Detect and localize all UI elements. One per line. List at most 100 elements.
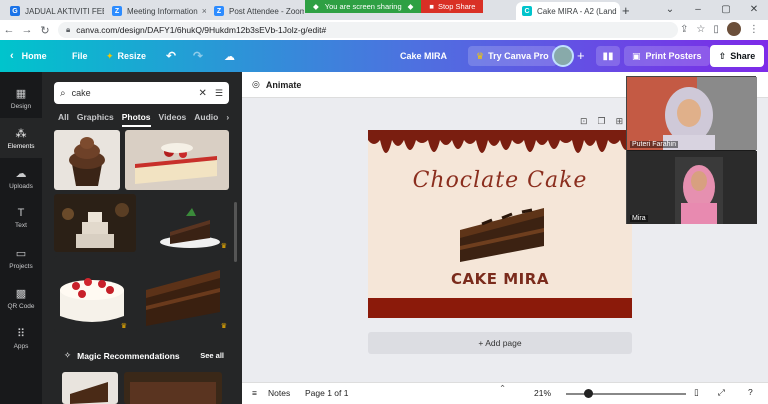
avatar[interactable]: [552, 45, 574, 67]
duplicate-icon[interactable]: ❐: [598, 116, 606, 127]
photo-cupcake[interactable]: [54, 130, 120, 190]
tab-title: JADUAL AKTIVITI FEB: [25, 6, 104, 16]
close-icon[interactable]: ×: [198, 6, 206, 16]
panel-scrollbar[interactable]: [234, 202, 237, 262]
home-button[interactable]: ‹ Home: [10, 40, 47, 72]
cloud-upload-icon: ☁: [15, 167, 27, 180]
photo-tiered-cake[interactable]: [54, 194, 136, 252]
rail-item-elements[interactable]: ⁂ Elements: [0, 118, 42, 158]
browser-tab-canva[interactable]: C Cake MIRA - A2 (Land ×: [516, 2, 620, 20]
stop-share-button[interactable]: ■ Stop Share: [421, 0, 484, 13]
profile-avatar[interactable]: [726, 22, 741, 36]
qr-code-icon: ▩: [15, 287, 27, 300]
cupcake-image: [69, 137, 105, 186]
chevron-right-icon[interactable]: ›: [226, 112, 229, 127]
tab-graphics[interactable]: Graphics: [77, 112, 114, 127]
undo-icon[interactable]: ↶: [166, 40, 176, 72]
tab-all[interactable]: All: [58, 112, 69, 127]
footer-band[interactable]: [368, 298, 632, 318]
search-icon: ⌕: [60, 87, 66, 99]
animate-button[interactable]: Animate: [266, 80, 302, 90]
rail-item-qr-code[interactable]: ▩ QR Code: [0, 278, 42, 318]
video-tile-mira[interactable]: Mira: [627, 151, 757, 224]
minimize-icon[interactable]: –: [684, 0, 712, 20]
back-icon[interactable]: ←: [0, 24, 18, 36]
rail-item-projects[interactable]: ▭ Projects: [0, 238, 42, 278]
chevron-down-icon[interactable]: ⌄: [656, 0, 684, 20]
recommended-photo-2[interactable]: [124, 372, 222, 404]
crown-icon: ♛: [220, 323, 227, 330]
rail-item-apps[interactable]: ⠿ Apps: [0, 318, 42, 358]
canva-icon: C: [522, 6, 532, 16]
menu-icon[interactable]: ⋮: [749, 24, 759, 35]
design-subtitle[interactable]: CAKE MIRA: [368, 270, 632, 288]
maximize-icon[interactable]: ▢: [712, 0, 740, 20]
url-field[interactable]: 🔒︎ canva.com/design/DAFY1/6hukQ/9Hukdm12…: [58, 22, 678, 38]
rail-item-text[interactable]: T Text: [0, 198, 42, 238]
design-canvas[interactable]: Choclate Cake CAKE MIRA: [368, 130, 632, 318]
redo-icon[interactable]: ↷: [193, 40, 203, 72]
recommended-photo-1[interactable]: [62, 372, 118, 404]
search-input[interactable]: ⌕ cake ✕ ☰: [54, 82, 229, 104]
close-icon[interactable]: ×: [617, 6, 620, 16]
reload-icon[interactable]: ↻: [36, 24, 54, 37]
design-title[interactable]: Choclate Cake: [368, 168, 632, 193]
photo-cheesecake[interactable]: [125, 130, 229, 190]
help-icon[interactable]: ?: [748, 387, 753, 397]
add-page-button[interactable]: + Add page: [368, 332, 632, 354]
try-canva-pro-button[interactable]: ♛ Try Canva Pro: [468, 46, 557, 66]
insights-button[interactable]: ▮▮: [596, 46, 620, 66]
close-icon[interactable]: ✕: [199, 88, 207, 99]
see-all-link[interactable]: See all: [200, 351, 224, 360]
share-button[interactable]: ⇧ Share: [710, 45, 764, 67]
page-grid-icon[interactable]: ▯: [694, 387, 699, 398]
tab-photos[interactable]: Photos: [121, 112, 151, 127]
project-title[interactable]: Cake MIRA: [400, 40, 447, 72]
photo-chocolate-slice[interactable]: ♛: [146, 194, 230, 252]
sidebar-icon[interactable]: ▯: [713, 24, 719, 35]
chocolate-wedge-image: [146, 270, 220, 326]
share-page-icon[interactable]: ⇪: [680, 24, 688, 35]
close-icon[interactable]: ✕: [740, 0, 768, 20]
tab-videos[interactable]: Videos: [159, 112, 187, 127]
filter-icon[interactable]: ☰: [215, 88, 223, 99]
lock-icon[interactable]: ⊡: [580, 116, 588, 127]
star-icon[interactable]: ☆: [696, 24, 705, 35]
url-text: canva.com/design/DAFY1/6hukQ/9Hukdm12b3s…: [76, 25, 327, 35]
add-icon[interactable]: ⊞: [616, 116, 624, 127]
crown-icon: ✦: [106, 50, 114, 61]
left-rail: ▦ Design ⁂ Elements ☁ Uploads T Text ▭ P…: [0, 72, 42, 404]
cloud-saved-icon[interactable]: ☁: [224, 40, 235, 72]
page-indicator[interactable]: Page 1 of 1: [305, 388, 348, 398]
notes-button[interactable]: Notes: [268, 388, 290, 398]
rail-item-uploads[interactable]: ☁ Uploads: [0, 158, 42, 198]
address-actions: ⇪ ☆ ▯ ⋮: [680, 22, 759, 36]
browser-tab-meeting[interactable]: Z Meeting Information ×: [106, 2, 206, 20]
elements-panel: ⌕ cake ✕ ☰ All Graphics Photos Videos Au…: [42, 72, 242, 404]
photo-chocolate-wedge[interactable]: ♛: [136, 256, 230, 332]
new-tab-icon[interactable]: +: [622, 3, 630, 18]
photo-strawberry-cake[interactable]: ♛: [54, 256, 130, 332]
chrome-tab-icon: G: [10, 6, 20, 16]
resize-button[interactable]: ✦ Resize: [106, 40, 146, 72]
participant-video: [627, 77, 757, 150]
shield-icon: ◆: [407, 2, 414, 11]
tab-title: Cake MIRA - A2 (Land: [537, 6, 617, 16]
chevron-up-icon[interactable]: ⌃: [499, 383, 506, 394]
video-tile-puteri[interactable]: Puteri Farahin: [627, 77, 757, 150]
zoom-slider-handle[interactable]: [584, 389, 593, 398]
browser-tab-jadual[interactable]: G JADUAL AKTIVITI FEB ×: [4, 2, 104, 20]
fullscreen-icon[interactable]: ⤢: [718, 387, 725, 398]
participant-name: Mira: [630, 215, 648, 222]
browser-tab-attendee[interactable]: Z Post Attendee - Zoom: [208, 2, 304, 20]
add-collaborator-icon[interactable]: +: [577, 48, 585, 63]
zoom-level[interactable]: 21%: [534, 388, 551, 398]
file-menu[interactable]: File: [72, 40, 88, 72]
lock-icon: 🔒︎: [66, 25, 71, 34]
stop-icon: ■: [429, 2, 434, 11]
print-posters-button[interactable]: ▣ Print Posters: [624, 46, 710, 66]
shield-icon: ◆: [313, 2, 319, 11]
forward-icon[interactable]: →: [18, 24, 36, 36]
tab-audio[interactable]: Audio: [194, 112, 218, 127]
rail-item-design[interactable]: ▦ Design: [0, 78, 42, 118]
